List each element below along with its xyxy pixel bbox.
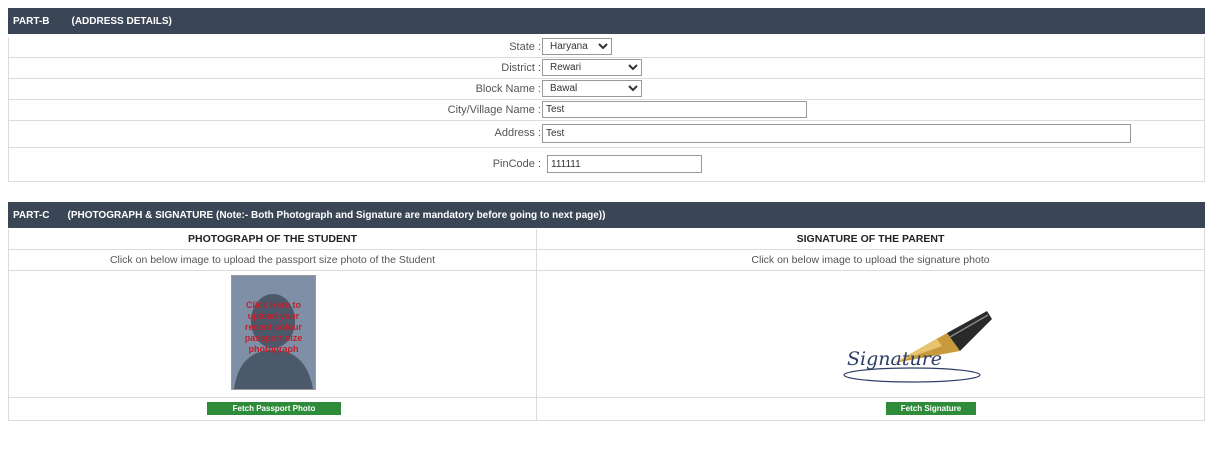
photo-overlay-text: Click Here to upload your recent colour … bbox=[244, 300, 303, 354]
photo-button-row: Fetch Passport Photo bbox=[9, 398, 536, 421]
state-label: State : bbox=[509, 41, 541, 53]
district-row: District : Rewari bbox=[8, 58, 1205, 79]
fetch-passport-photo-button[interactable]: Fetch Passport Photo bbox=[207, 402, 341, 415]
block-select[interactable]: Bawal bbox=[542, 80, 642, 97]
photo-upload-image[interactable]: Click Here to upload your recent colour … bbox=[231, 275, 316, 390]
photo-header: PHOTOGRAPH OF THE STUDENT bbox=[9, 229, 536, 250]
signature-instruction: Click on below image to upload the signa… bbox=[537, 250, 1204, 271]
signature-cell: Signature bbox=[537, 271, 1204, 398]
city-label: City/Village Name : bbox=[447, 104, 541, 116]
photo-column: PHOTOGRAPH OF THE STUDENT Click on below… bbox=[8, 229, 537, 421]
block-label: Block Name : bbox=[475, 83, 541, 95]
fetch-signature-button[interactable]: Fetch Signature bbox=[886, 402, 976, 415]
pincode-row: PinCode : bbox=[8, 148, 1205, 182]
partb-label: PART-B bbox=[13, 15, 50, 27]
address-row: Address : bbox=[8, 121, 1205, 148]
district-label: District : bbox=[501, 62, 541, 74]
partb-header: PART-B (ADDRESS DETAILS) bbox=[8, 8, 1205, 34]
pincode-input[interactable] bbox=[547, 155, 702, 173]
photo-cell: Click Here to upload your recent colour … bbox=[9, 271, 536, 398]
address-input[interactable] bbox=[542, 124, 1131, 143]
fountain-pen-icon bbox=[843, 311, 992, 383]
partc-header: PART-C (PHOTOGRAPH & SIGNATURE (Note:- B… bbox=[8, 202, 1205, 228]
signature-column: SIGNATURE OF THE PARENT Click on below i… bbox=[536, 229, 1205, 421]
city-input[interactable] bbox=[542, 101, 807, 118]
signature-button-row: Fetch Signature bbox=[537, 398, 1204, 421]
partc-label: PART-C bbox=[13, 209, 50, 221]
partc-title: (PHOTOGRAPH & SIGNATURE (Note:- Both Pho… bbox=[67, 209, 606, 221]
signature-header: SIGNATURE OF THE PARENT bbox=[537, 229, 1204, 250]
address-label: Address : bbox=[494, 127, 541, 139]
district-select[interactable]: Rewari bbox=[542, 59, 642, 76]
signature-image-text: Signature bbox=[847, 348, 943, 370]
signature-upload-image[interactable]: Signature bbox=[842, 293, 997, 385]
pincode-label: PinCode : bbox=[492, 158, 541, 170]
partb-title: (ADDRESS DETAILS) bbox=[71, 15, 172, 27]
photo-instruction: Click on below image to upload the passp… bbox=[9, 250, 536, 271]
block-row: Block Name : Bawal bbox=[8, 79, 1205, 100]
city-row: City/Village Name : bbox=[8, 100, 1205, 121]
state-row: State : Haryana bbox=[8, 37, 1205, 58]
state-select[interactable]: Haryana bbox=[542, 38, 612, 55]
